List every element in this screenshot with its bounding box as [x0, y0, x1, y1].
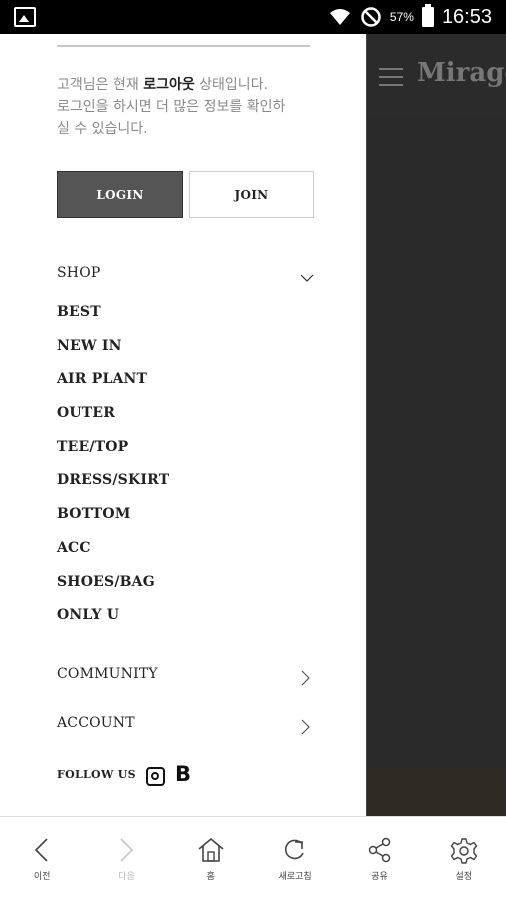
- back-icon: [35, 838, 48, 862]
- page-background: Mirage: [367, 34, 506, 816]
- battery-icon: [421, 4, 434, 27]
- login-status-notice: 고객님은 현재 로그아웃 상태입니다. 로그인을 하시면 더 많은 정보를 확인…: [57, 74, 317, 140]
- community-section[interactable]: COMMUNITY: [57, 666, 158, 682]
- page-header: Mirage: [367, 34, 506, 118]
- instagram-icon[interactable]: [146, 767, 165, 786]
- home-button[interactable]: 홈: [169, 817, 253, 900]
- shop-menu: BEST NEW IN AIR PLANT OUTER TEE/TOP DRES…: [57, 303, 169, 640]
- menu-item-best[interactable]: BEST: [57, 303, 169, 337]
- join-button[interactable]: JOIN: [189, 171, 314, 218]
- refresh-button[interactable]: 새로고침: [253, 817, 337, 900]
- settings-button[interactable]: 설정: [422, 817, 506, 900]
- notice-line2: 로그인을 하시면 더 많은 정보를 확인하: [57, 99, 286, 115]
- divider: [57, 45, 310, 47]
- share-icon: [369, 837, 391, 863]
- home-icon: [198, 837, 224, 862]
- refresh-label: 새로고침: [278, 872, 312, 882]
- settings-icon: [450, 838, 477, 864]
- menu-item-acc[interactable]: ACC: [57, 539, 169, 573]
- do-not-disturb-icon: [361, 7, 381, 27]
- brand-logo[interactable]: Mirage: [417, 58, 506, 88]
- account-section[interactable]: ACCOUNT: [57, 715, 135, 731]
- menu-item-bottom[interactable]: BOTTOM: [57, 505, 169, 539]
- page-content-lower: [367, 768, 506, 816]
- notice-status: 로그아웃: [143, 77, 195, 93]
- forward-icon: [120, 838, 134, 862]
- follow-us-label: FOLLOW US: [57, 768, 136, 781]
- settings-label: 설정: [455, 872, 473, 882]
- refresh-icon: [285, 839, 304, 860]
- menu-item-shoes-bag[interactable]: SHOES/BAG: [57, 573, 169, 607]
- forward-label: 다음: [118, 872, 135, 882]
- menu-item-air-plant[interactable]: AIR PLANT: [57, 370, 169, 404]
- menu-item-tee-top[interactable]: TEE/TOP: [57, 438, 169, 472]
- browser-toolbar: 이전 다음 홈 새로고침 공유 설정: [0, 816, 506, 900]
- chevron-right-icon[interactable]: [298, 719, 312, 735]
- back-button[interactable]: 이전: [0, 817, 84, 900]
- forward-button[interactable]: 다음: [84, 817, 168, 900]
- menu-item-outer[interactable]: OUTER: [57, 404, 169, 438]
- menu-item-dress-skirt[interactable]: DRESS/SKIRT: [57, 471, 169, 505]
- wifi-icon: [329, 9, 350, 25]
- share-label: 공유: [371, 872, 388, 882]
- chevron-down-icon[interactable]: [300, 271, 314, 285]
- back-label: 이전: [33, 872, 51, 882]
- menu-icon[interactable]: [379, 68, 403, 86]
- notice-suffix: 상태입니다.: [194, 77, 269, 93]
- share-button[interactable]: 공유: [337, 817, 421, 900]
- home-label: 홈: [206, 872, 215, 882]
- clock: 16:53: [441, 5, 492, 28]
- menu-item-new-in[interactable]: NEW IN: [57, 337, 169, 371]
- status-bar: 57% 16:53: [0, 0, 506, 34]
- side-drawer: 고객님은 현재 로그아웃 상태입니다. 로그인을 하시면 더 많은 정보를 확인…: [0, 34, 367, 816]
- page-content: [367, 118, 506, 768]
- chevron-right-icon[interactable]: [298, 670, 312, 686]
- notice-prefix: 고객님은 현재: [57, 77, 144, 93]
- menu-item-only-u[interactable]: ONLY U: [57, 606, 169, 640]
- gallery-icon: [14, 7, 36, 27]
- notice-line3: 실 수 있습니다.: [57, 121, 148, 137]
- shop-section-toggle[interactable]: SHOP: [57, 265, 101, 281]
- blog-icon[interactable]: B: [175, 762, 191, 786]
- battery-percent: 57%: [389, 10, 414, 24]
- login-button[interactable]: LOGIN: [57, 171, 183, 218]
